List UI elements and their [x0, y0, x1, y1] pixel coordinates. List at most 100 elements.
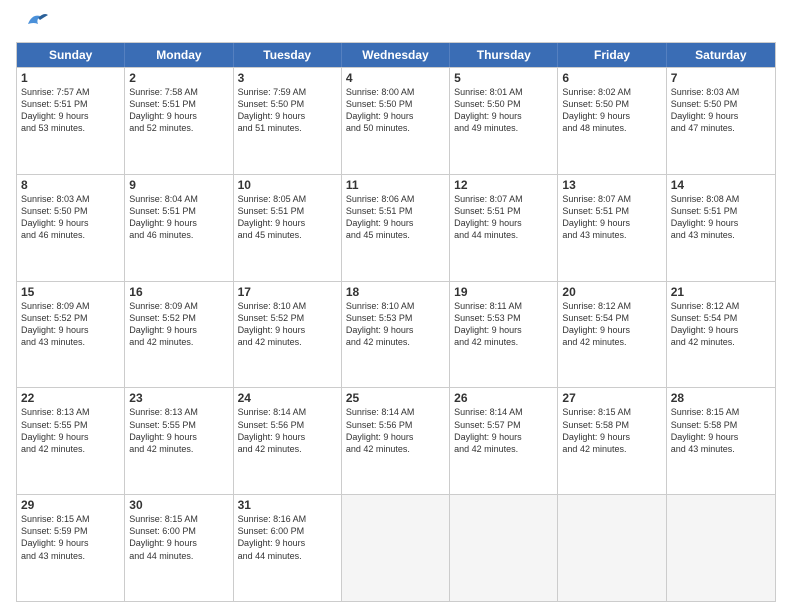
day-number: 21 [671, 285, 771, 299]
day-number: 5 [454, 71, 553, 85]
cal-header-cell: Sunday [17, 43, 125, 67]
cell-info-line: and 42 minutes. [454, 443, 553, 455]
calendar-empty-cell [667, 495, 775, 601]
cell-info-line: and 43 minutes. [21, 550, 120, 562]
cell-info-line: and 42 minutes. [562, 336, 661, 348]
cell-info-line: and 42 minutes. [671, 336, 771, 348]
day-number: 22 [21, 391, 120, 405]
calendar-row: 29Sunrise: 8:15 AMSunset: 5:59 PMDayligh… [17, 494, 775, 601]
cell-info-line: Sunset: 5:50 PM [671, 98, 771, 110]
cell-info-line: Daylight: 9 hours [129, 537, 228, 549]
day-number: 13 [562, 178, 661, 192]
cell-info-line: Sunrise: 7:57 AM [21, 86, 120, 98]
cell-info-line: Daylight: 9 hours [238, 324, 337, 336]
day-number: 24 [238, 391, 337, 405]
cell-info-line: Daylight: 9 hours [671, 110, 771, 122]
day-number: 4 [346, 71, 445, 85]
day-number: 8 [21, 178, 120, 192]
cell-info-line: Sunset: 5:51 PM [454, 205, 553, 217]
calendar-day-31: 31Sunrise: 8:16 AMSunset: 6:00 PMDayligh… [234, 495, 342, 601]
cell-info-line: Sunrise: 8:13 AM [129, 406, 228, 418]
cell-info-line: and 45 minutes. [346, 229, 445, 241]
calendar-empty-cell [558, 495, 666, 601]
calendar-day-17: 17Sunrise: 8:10 AMSunset: 5:52 PMDayligh… [234, 282, 342, 388]
calendar-day-30: 30Sunrise: 8:15 AMSunset: 6:00 PMDayligh… [125, 495, 233, 601]
cell-info-line: and 42 minutes. [238, 443, 337, 455]
calendar-day-10: 10Sunrise: 8:05 AMSunset: 5:51 PMDayligh… [234, 175, 342, 281]
cell-info-line: Daylight: 9 hours [454, 110, 553, 122]
cell-info-line: Daylight: 9 hours [454, 431, 553, 443]
cell-info-line: Sunrise: 8:15 AM [129, 513, 228, 525]
cell-info-line: and 53 minutes. [21, 122, 120, 134]
cell-info-line: Daylight: 9 hours [562, 217, 661, 229]
day-number: 23 [129, 391, 228, 405]
cell-info-line: Daylight: 9 hours [346, 324, 445, 336]
cell-info-line: and 47 minutes. [671, 122, 771, 134]
cell-info-line: Sunrise: 7:58 AM [129, 86, 228, 98]
cell-info-line: Sunrise: 8:03 AM [21, 193, 120, 205]
day-number: 17 [238, 285, 337, 299]
cell-info-line: Sunset: 5:50 PM [562, 98, 661, 110]
cell-info-line: Sunrise: 8:10 AM [346, 300, 445, 312]
calendar-day-19: 19Sunrise: 8:11 AMSunset: 5:53 PMDayligh… [450, 282, 558, 388]
cell-info-line: Sunset: 5:57 PM [454, 419, 553, 431]
cell-info-line: Daylight: 9 hours [562, 431, 661, 443]
day-number: 31 [238, 498, 337, 512]
cell-info-line: and 42 minutes. [562, 443, 661, 455]
calendar-day-22: 22Sunrise: 8:13 AMSunset: 5:55 PMDayligh… [17, 388, 125, 494]
cell-info-line: Daylight: 9 hours [238, 537, 337, 549]
cell-info-line: Sunrise: 8:06 AM [346, 193, 445, 205]
calendar-day-3: 3Sunrise: 7:59 AMSunset: 5:50 PMDaylight… [234, 68, 342, 174]
calendar-day-24: 24Sunrise: 8:14 AMSunset: 5:56 PMDayligh… [234, 388, 342, 494]
cell-info-line: Sunset: 5:51 PM [346, 205, 445, 217]
cell-info-line: Sunset: 6:00 PM [129, 525, 228, 537]
cell-info-line: and 46 minutes. [129, 229, 228, 241]
cell-info-line: and 44 minutes. [454, 229, 553, 241]
calendar-row: 15Sunrise: 8:09 AMSunset: 5:52 PMDayligh… [17, 281, 775, 388]
cell-info-line: Sunrise: 8:14 AM [346, 406, 445, 418]
calendar-empty-cell [342, 495, 450, 601]
cell-info-line: Sunrise: 8:01 AM [454, 86, 553, 98]
calendar-day-15: 15Sunrise: 8:09 AMSunset: 5:52 PMDayligh… [17, 282, 125, 388]
cell-info-line: Daylight: 9 hours [238, 431, 337, 443]
cell-info-line: Daylight: 9 hours [454, 217, 553, 229]
calendar-day-2: 2Sunrise: 7:58 AMSunset: 5:51 PMDaylight… [125, 68, 233, 174]
cell-info-line: and 50 minutes. [346, 122, 445, 134]
cell-info-line: and 44 minutes. [238, 550, 337, 562]
cal-header-cell: Saturday [667, 43, 775, 67]
cell-info-line: Sunrise: 8:08 AM [671, 193, 771, 205]
cell-info-line: Sunrise: 8:07 AM [454, 193, 553, 205]
calendar-day-25: 25Sunrise: 8:14 AMSunset: 5:56 PMDayligh… [342, 388, 450, 494]
calendar-day-29: 29Sunrise: 8:15 AMSunset: 5:59 PMDayligh… [17, 495, 125, 601]
cell-info-line: and 52 minutes. [129, 122, 228, 134]
cell-info-line: and 42 minutes. [346, 443, 445, 455]
cell-info-line: Sunset: 5:56 PM [346, 419, 445, 431]
cell-info-line: Daylight: 9 hours [346, 431, 445, 443]
cell-info-line: and 42 minutes. [238, 336, 337, 348]
cell-info-line: Sunrise: 8:12 AM [671, 300, 771, 312]
cell-info-line: and 45 minutes. [238, 229, 337, 241]
cell-info-line: Sunrise: 8:09 AM [129, 300, 228, 312]
cell-info-line: Sunset: 5:58 PM [562, 419, 661, 431]
cell-info-line: Sunrise: 8:15 AM [21, 513, 120, 525]
cell-info-line: Sunset: 5:50 PM [238, 98, 337, 110]
day-number: 12 [454, 178, 553, 192]
cell-info-line: and 43 minutes. [562, 229, 661, 241]
logo-bird-icon [18, 10, 48, 32]
calendar-day-28: 28Sunrise: 8:15 AMSunset: 5:58 PMDayligh… [667, 388, 775, 494]
day-number: 27 [562, 391, 661, 405]
cell-info-line: and 48 minutes. [562, 122, 661, 134]
cell-info-line: Sunset: 5:52 PM [21, 312, 120, 324]
calendar-day-14: 14Sunrise: 8:08 AMSunset: 5:51 PMDayligh… [667, 175, 775, 281]
cell-info-line: Sunrise: 8:05 AM [238, 193, 337, 205]
cell-info-line: Sunrise: 8:15 AM [562, 406, 661, 418]
cell-info-line: Sunset: 5:51 PM [21, 98, 120, 110]
cell-info-line: and 43 minutes. [671, 229, 771, 241]
calendar-day-8: 8Sunrise: 8:03 AMSunset: 5:50 PMDaylight… [17, 175, 125, 281]
calendar-day-27: 27Sunrise: 8:15 AMSunset: 5:58 PMDayligh… [558, 388, 666, 494]
cell-info-line: Sunset: 5:51 PM [238, 205, 337, 217]
cal-header-cell: Monday [125, 43, 233, 67]
calendar-day-13: 13Sunrise: 8:07 AMSunset: 5:51 PMDayligh… [558, 175, 666, 281]
day-number: 11 [346, 178, 445, 192]
calendar-day-12: 12Sunrise: 8:07 AMSunset: 5:51 PMDayligh… [450, 175, 558, 281]
